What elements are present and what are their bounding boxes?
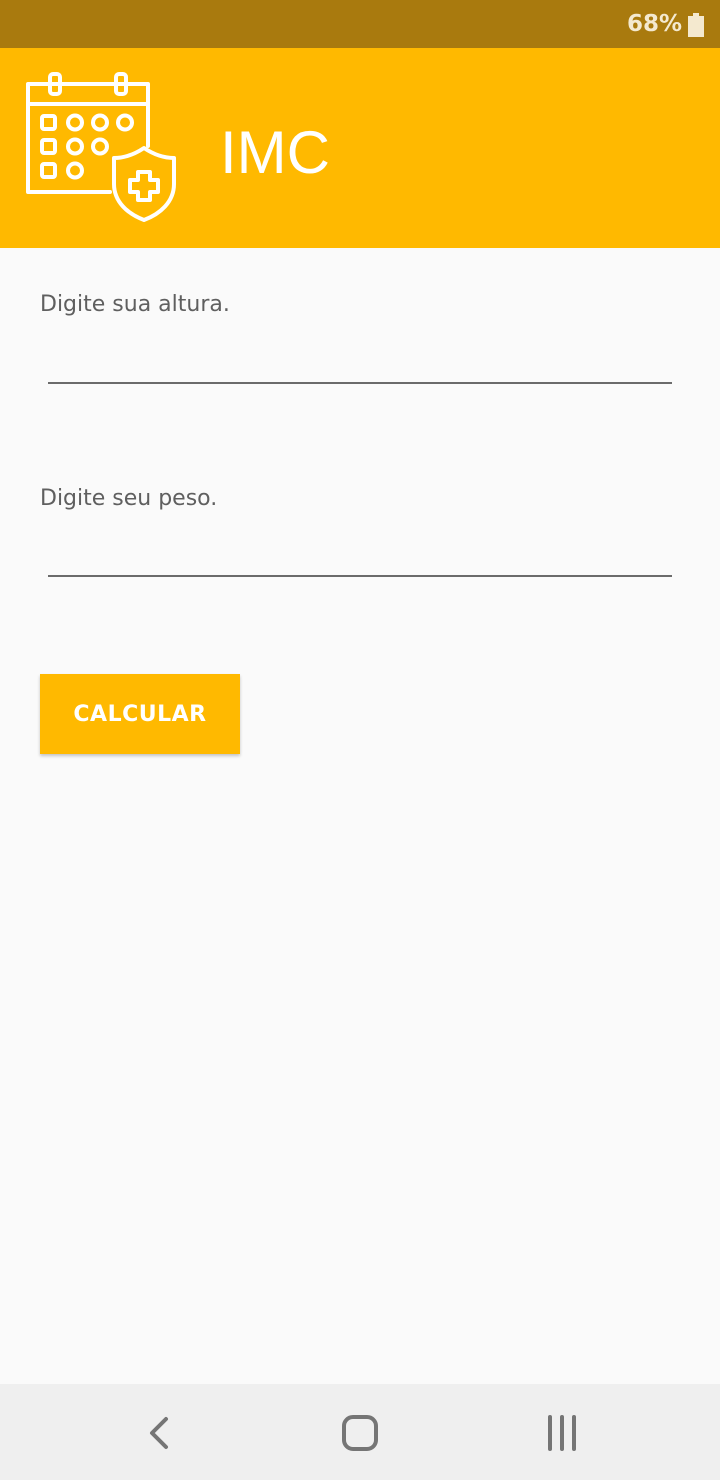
battery-percentage: 68% — [626, 11, 682, 37]
home-icon — [342, 1415, 378, 1451]
calendar-shield-plus-icon — [26, 72, 176, 222]
calculate-button[interactable]: CALCULAR — [40, 674, 240, 754]
weight-input[interactable] — [48, 533, 672, 577]
app-bar: IMC — [0, 48, 720, 248]
app-title: IMC — [220, 119, 330, 186]
battery-icon — [688, 13, 704, 37]
height-input[interactable] — [48, 340, 672, 384]
navigation-bar — [0, 1384, 720, 1480]
recent-apps-icon — [548, 1415, 576, 1451]
chevron-left-icon — [150, 1417, 168, 1449]
height-label: Digite sua altura. — [40, 292, 230, 317]
home-button[interactable] — [335, 1408, 385, 1458]
status-bar: 68% — [0, 0, 720, 48]
weight-label: Digite seu peso. — [40, 486, 218, 511]
back-button[interactable] — [134, 1408, 184, 1458]
recent-apps-button[interactable] — [537, 1408, 587, 1458]
